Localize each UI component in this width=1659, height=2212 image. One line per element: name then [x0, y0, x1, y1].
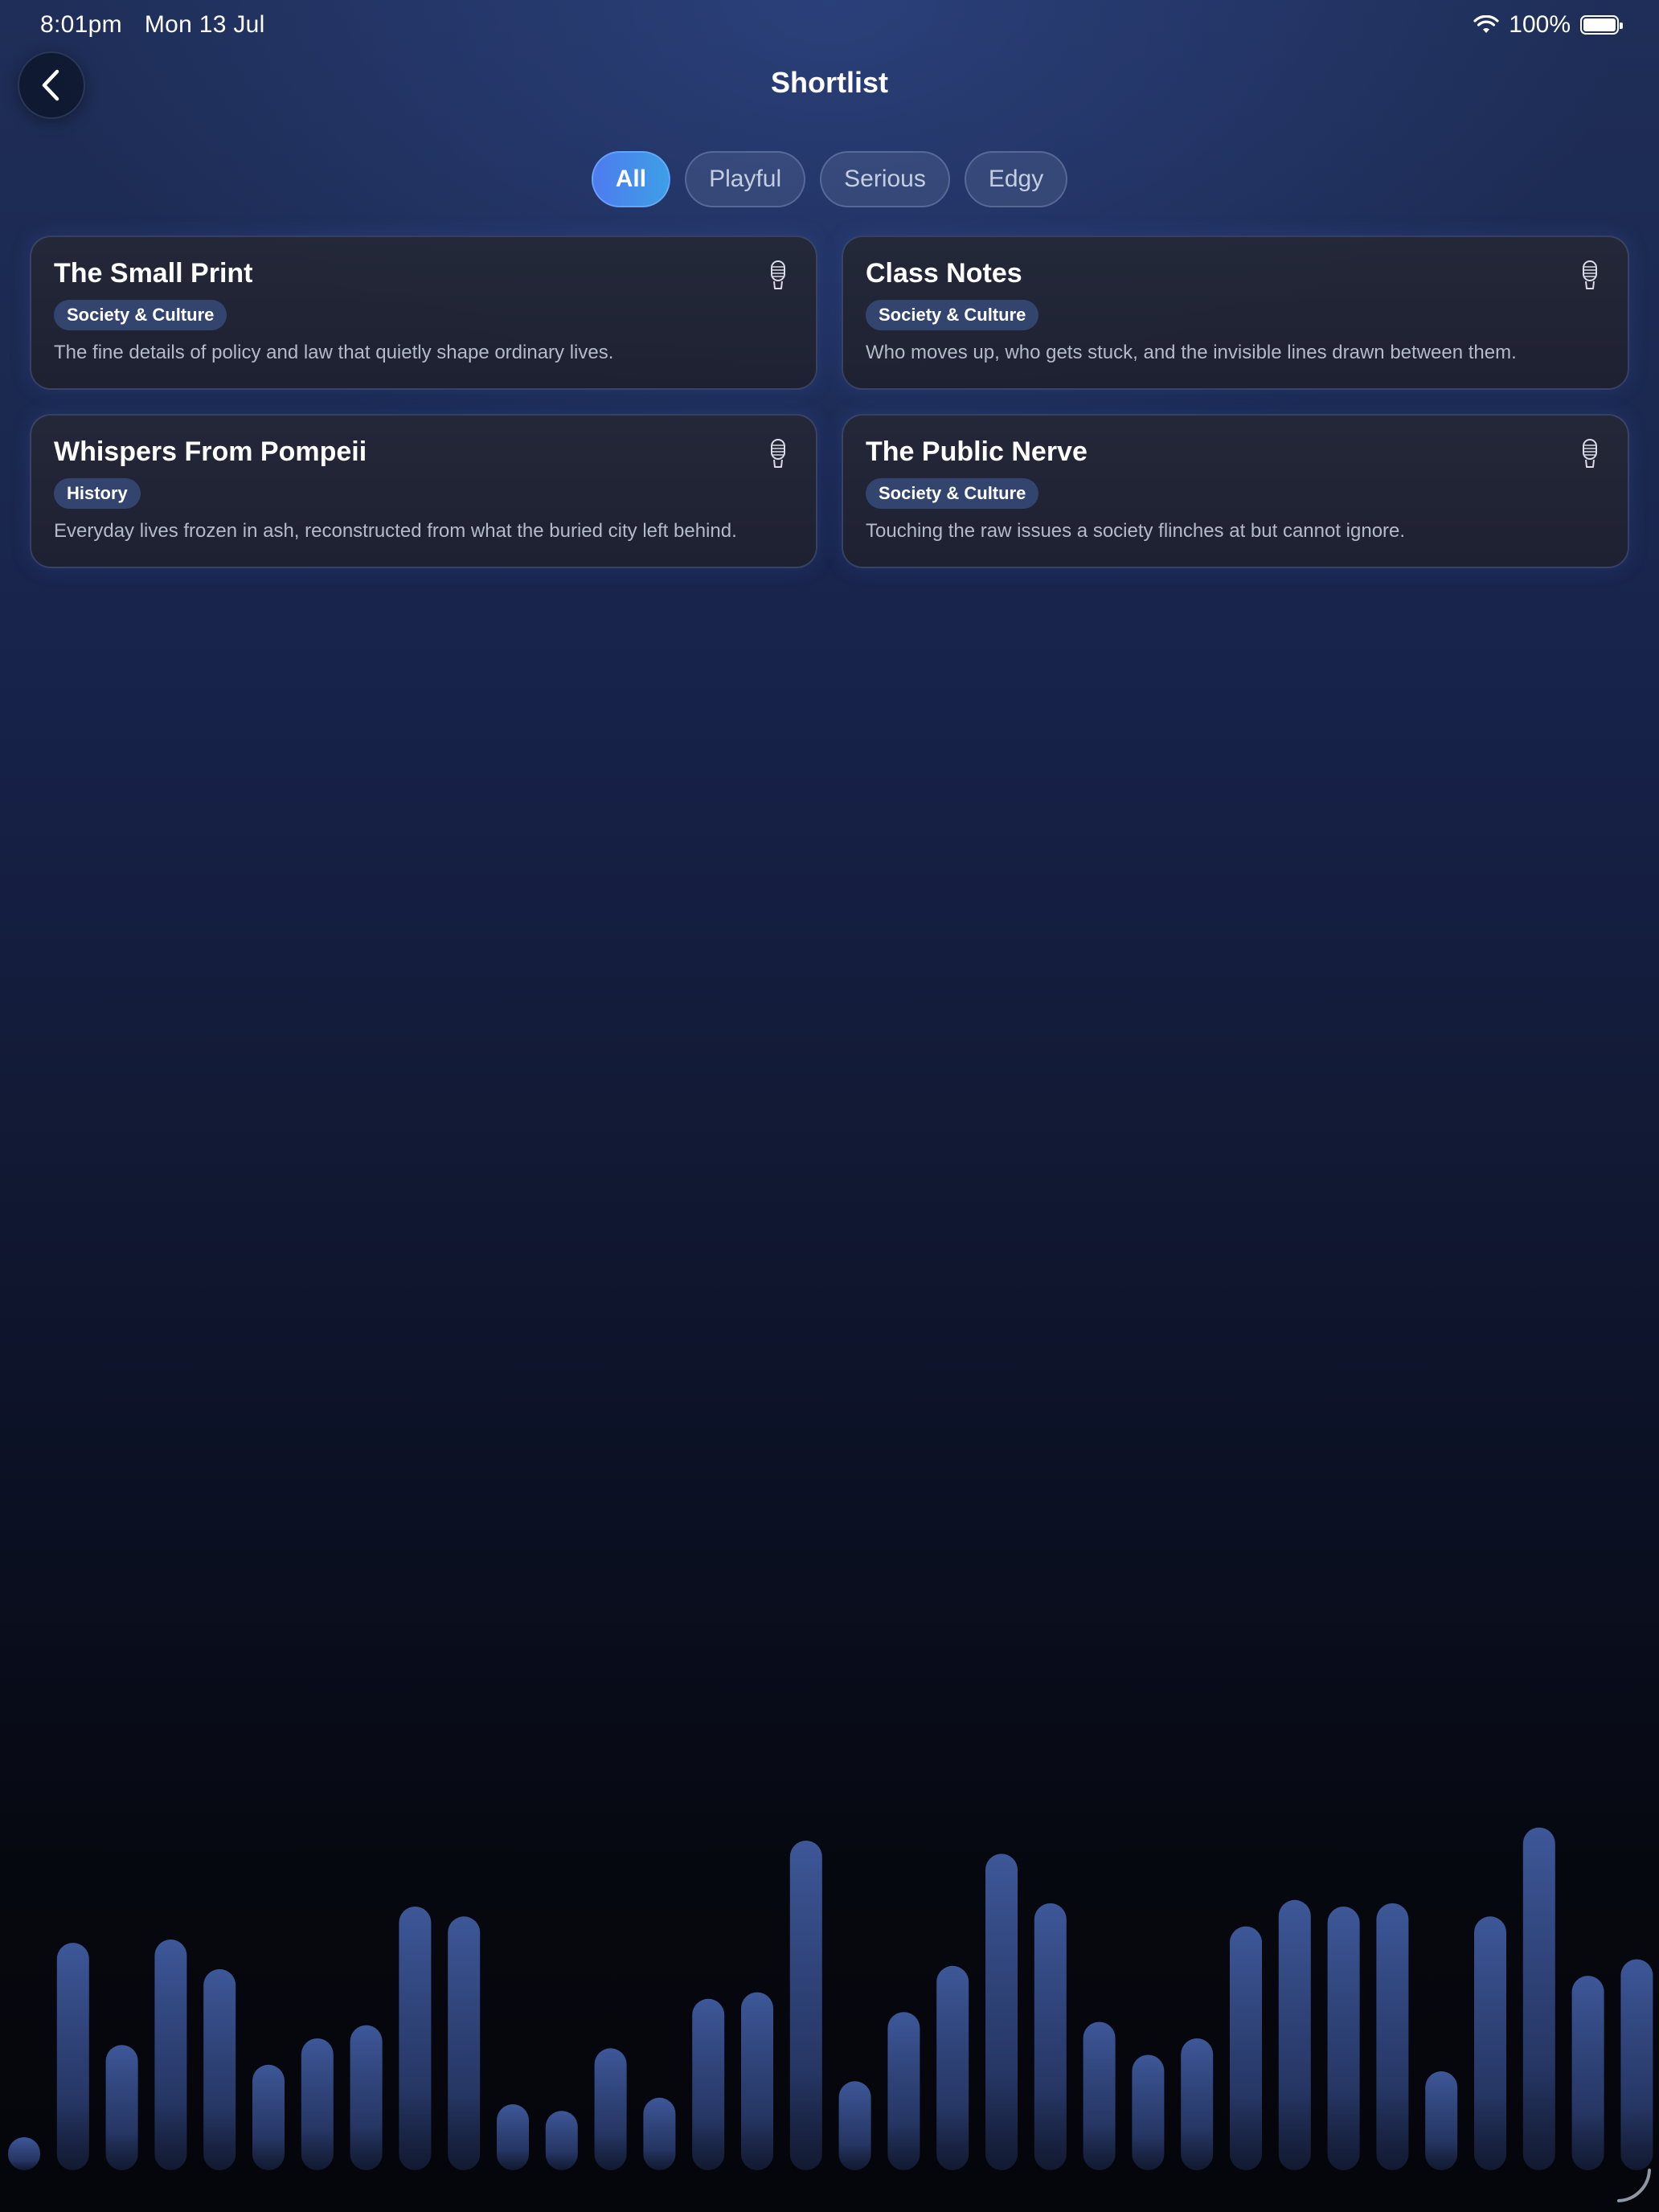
visualizer-bar — [1278, 1899, 1311, 2170]
card-title: The Small Print — [54, 258, 253, 289]
category-tag: Society & Culture — [54, 300, 227, 330]
card-title: Class Notes — [866, 258, 1022, 289]
filter-chip-playful[interactable]: Playful — [685, 151, 806, 207]
status-indicators: 100% — [1473, 11, 1623, 39]
visualizer-bar — [8, 2137, 40, 2170]
filter-chips: All Playful Serious Edgy — [0, 151, 1659, 207]
card-description: Who moves up, who gets stuck, and the in… — [866, 342, 1517, 363]
card-description: The fine details of policy and law that … — [54, 342, 614, 363]
visualizer-bar — [1620, 1959, 1653, 2170]
card-title: Whispers From Pompeii — [54, 436, 367, 467]
status-time: 8:01pm — [40, 11, 122, 38]
visualizer-bar — [154, 1940, 187, 2170]
page-title: Shortlist — [770, 66, 888, 99]
show-card-whispers-from-pompeii[interactable]: Whispers From Pompeii History Everyday l… — [30, 414, 817, 568]
visualizer-bar — [887, 2012, 920, 2170]
card-description: Everyday lives frozen in ash, reconstruc… — [54, 520, 737, 542]
visualizer-bar — [350, 2025, 383, 2170]
visualizer-bar — [985, 1854, 1018, 2170]
visualizer-bar — [497, 2104, 529, 2170]
visualizer-bar — [1181, 2038, 1214, 2170]
visualizer-bar — [936, 1965, 969, 2170]
status-bar: 8:01pm Mon 13 Jul 100% — [0, 0, 1659, 51]
visualizer-bar — [1034, 1903, 1067, 2170]
visualizer-bar — [692, 1998, 725, 2170]
category-tag: History — [54, 478, 141, 509]
visualizer-bar — [1376, 1903, 1409, 2170]
battery-icon — [1580, 15, 1623, 35]
show-card-class-notes[interactable]: Class Notes Society & Culture Who moves … — [842, 236, 1629, 390]
microphone-icon — [771, 439, 785, 468]
category-tag: Society & Culture — [866, 478, 1039, 509]
visualizer-bar — [594, 2048, 627, 2170]
visualizer-bar — [399, 1907, 432, 2170]
card-description: Touching the raw issues a society flinch… — [866, 520, 1406, 542]
microphone-icon — [771, 260, 785, 289]
audio-visualizer — [8, 1827, 1653, 2170]
visualizer-bar — [741, 1992, 773, 2170]
visualizer-bar — [545, 2111, 578, 2170]
visualizer-bar — [789, 1841, 822, 2170]
filter-chip-serious[interactable]: Serious — [820, 151, 950, 207]
loading-spinner-icon — [1617, 2169, 1651, 2202]
filter-chip-edgy[interactable]: Edgy — [964, 151, 1068, 207]
visualizer-bar — [1571, 1976, 1604, 2170]
status-time-date: 8:01pm Mon 13 Jul — [40, 11, 288, 39]
filter-chip-all[interactable]: All — [591, 151, 671, 207]
visualizer-bar — [838, 2081, 871, 2170]
visualizer-bar — [252, 2064, 285, 2170]
visualizer-bar — [643, 2097, 676, 2170]
status-date: Mon 13 Jul — [144, 11, 265, 38]
visualizer-bar — [1474, 1916, 1506, 2170]
microphone-icon — [1583, 439, 1597, 468]
visualizer-bar — [1425, 2071, 1458, 2170]
card-title: The Public Nerve — [866, 436, 1088, 467]
visualizer-bar — [1327, 1907, 1360, 2170]
visualizer-bar — [1083, 2022, 1116, 2170]
visualizer-bar — [301, 2038, 334, 2170]
visualizer-bar — [203, 1968, 236, 2170]
microphone-icon — [1583, 260, 1597, 289]
visualizer-bar — [1230, 1926, 1262, 2170]
visualizer-bar — [105, 2045, 138, 2170]
visualizer-bar — [1522, 1827, 1555, 2170]
category-tag: Society & Culture — [866, 300, 1039, 330]
visualizer-bar — [448, 1916, 481, 2170]
visualizer-bar — [56, 1943, 89, 2170]
battery-percentage: 100% — [1509, 11, 1571, 38]
wifi-icon — [1473, 15, 1499, 33]
visualizer-bar — [1132, 2054, 1165, 2170]
show-card-the-small-print[interactable]: The Small Print Society & Culture The fi… — [30, 236, 817, 390]
show-card-the-public-nerve[interactable]: The Public Nerve Society & Culture Touch… — [842, 414, 1629, 568]
